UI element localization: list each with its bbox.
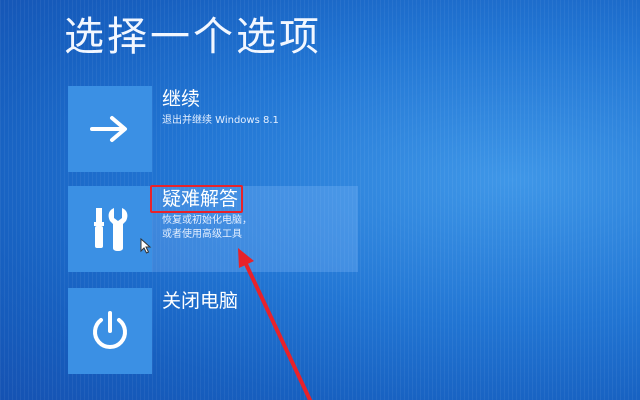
annotation-arrow [238,248,312,400]
